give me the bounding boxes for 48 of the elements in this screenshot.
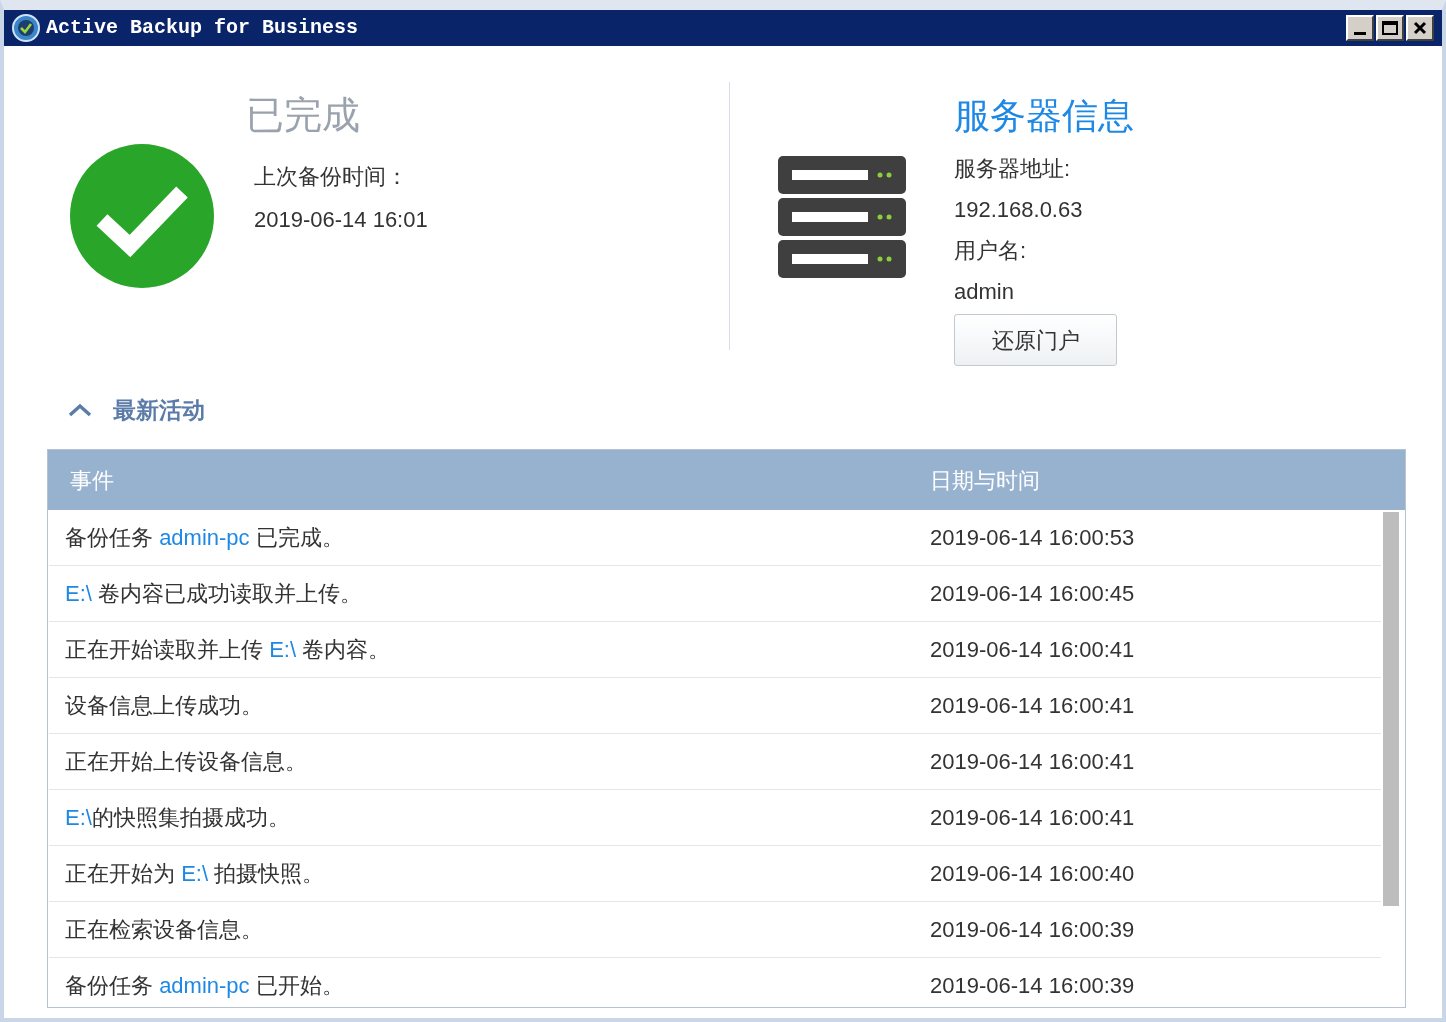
event-time: 2019-06-14 16:00:41 [930, 748, 1135, 776]
window-title: Active Backup for Business [46, 15, 359, 41]
close-icon [1413, 21, 1427, 35]
event-text: E:\的快照集拍摄成功。 [64, 804, 291, 832]
maximize-icon [1382, 21, 1398, 35]
column-header[interactable]: 日期与时间 [930, 463, 1040, 497]
scrollbar[interactable] [1383, 512, 1399, 906]
minimize-icon [1354, 32, 1366, 35]
event-text: 正在开始读取并上传 E:\ 卷内容。 [64, 636, 392, 664]
event-time: 2019-06-14 16:00:53 [930, 524, 1135, 552]
device-link[interactable]: E:\ [181, 861, 209, 886]
event-text: 设备信息上传成功。 [64, 692, 264, 720]
caret-icon [67, 402, 93, 418]
event-time: 2019-06-14 16:00:40 [930, 860, 1135, 888]
last-backup-label: 上次备份时间： [254, 163, 409, 191]
event-time: 2019-06-14 16:00:39 [930, 972, 1135, 1000]
event-text: 正在检索设备信息。 [64, 916, 264, 944]
server-info-title: 服务器信息 [954, 98, 1134, 134]
device-link[interactable]: E:\ [65, 581, 92, 606]
close-button[interactable] [1406, 15, 1434, 41]
server-address: 192.168.0.63 [954, 196, 1084, 224]
status-title: 已完成 [246, 96, 361, 134]
username: admin [954, 278, 1015, 306]
device-link[interactable]: admin-pc [159, 525, 250, 550]
event-text: 备份任务 admin-pc 已完成。 [64, 524, 345, 552]
event-text: 正在开始上传设备信息。 [64, 748, 308, 776]
device-link[interactable]: E:\ [65, 805, 92, 830]
last-backup-time: 2019-06-14 16:01 [254, 206, 428, 234]
event-text: E:\ 卷内容已成功读取并上传。 [64, 580, 364, 608]
event-time: 2019-06-14 16:00:45 [930, 580, 1135, 608]
column-header[interactable]: 事件 [48, 463, 930, 497]
device-link[interactable]: admin-pc [159, 973, 250, 998]
activity-toggle[interactable]: 最新活动 [67, 390, 205, 430]
minimize-button[interactable] [1346, 15, 1374, 41]
event-text: 正在开始为 E:\ 拍摄快照。 [64, 860, 326, 888]
event-time: 2019-06-14 16:00:41 [930, 692, 1135, 720]
username-label: 用户名: [954, 237, 1028, 265]
device-link[interactable]: E:\ [269, 637, 297, 662]
maximize-button[interactable] [1376, 15, 1404, 41]
event-time: 2019-06-14 16:00:41 [930, 636, 1135, 664]
event-time: 2019-06-14 16:00:41 [930, 804, 1135, 832]
checkmark-icon [70, 144, 214, 288]
event-text: 备份任务 admin-pc 已开始。 [64, 972, 345, 1000]
restore-portal-button[interactable]: 还原门户 [954, 314, 1117, 366]
app-logo-icon [12, 14, 40, 42]
event-time: 2019-06-14 16:00:39 [930, 916, 1135, 944]
server-address-label: 服务器地址: [954, 155, 1072, 183]
server-icon [778, 156, 906, 278]
